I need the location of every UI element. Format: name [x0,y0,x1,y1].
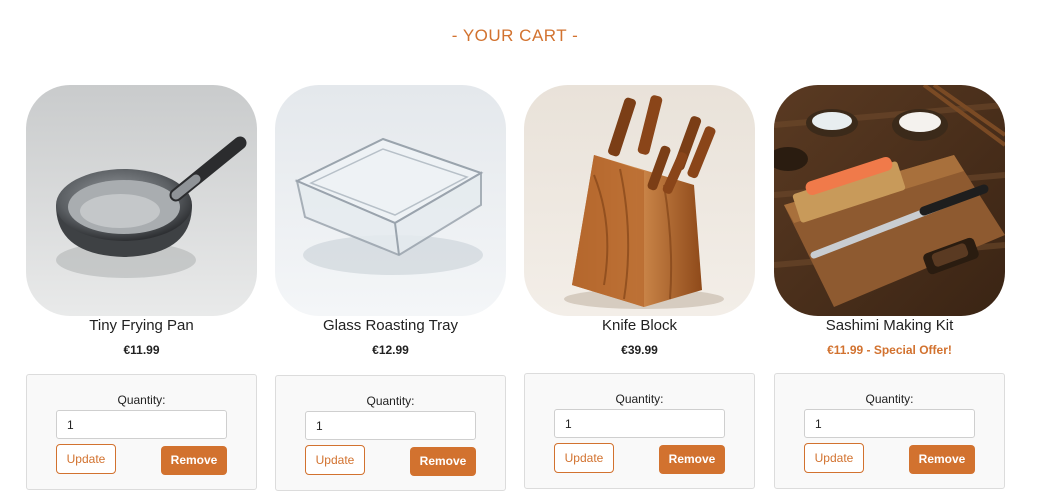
quantity-input[interactable] [804,409,975,438]
remove-button[interactable]: Remove [659,445,725,474]
cart-item: Glass Roasting Tray €12.99 Quantity: Upd… [275,85,507,497]
remove-button[interactable]: Remove [161,446,227,475]
quantity-label: Quantity: [865,392,914,406]
product-name: Tiny Frying Pan [89,317,194,334]
update-button[interactable]: Update [804,443,864,473]
update-button[interactable]: Update [56,444,116,474]
product-image-glass-roasting-tray [275,85,506,316]
product-price: €11.99 [123,343,160,357]
quantity-input[interactable] [56,410,227,439]
quantity-label: Quantity: [366,394,415,408]
quantity-panel: Quantity: Update Remove [524,373,755,489]
cart-item: Tiny Frying Pan €11.99 Quantity: Update … [26,85,258,497]
quantity-panel: Quantity: Update Remove [26,374,257,490]
cart-title: - YOUR CART - [451,26,579,45]
quantity-input[interactable] [305,411,476,440]
product-price: €39.99 [621,343,658,357]
product-price: €12.99 [372,343,409,357]
quantity-label: Quantity: [117,393,166,407]
quantity-panel: Quantity: Update Remove [275,375,506,491]
product-image-sashimi-kit [774,85,1005,316]
product-image-knife-block [524,85,755,316]
product-name: Knife Block [601,317,678,334]
product-name: Sashimi Making Kit [825,317,954,334]
update-button[interactable]: Update [554,443,614,473]
cart-item: Sashimi Making Kit €11.99 - Special Offe… [774,85,1006,497]
update-button[interactable]: Update [305,445,365,475]
quantity-panel: Quantity: Update Remove [774,373,1005,489]
quantity-label: Quantity: [615,392,664,406]
product-price: €11.99 - Special Offer! [827,343,952,357]
cart-page: - YOUR CART - Tiny Frying Pan €11.99 Qua… [0,0,1042,497]
product-image-frying-pan [26,85,257,316]
remove-button[interactable]: Remove [909,445,975,474]
product-name: Glass Roasting Tray [322,317,459,334]
cart-item: Knife Block €39.99 Quantity: Update Remo… [524,85,756,497]
remove-button[interactable]: Remove [410,447,476,476]
quantity-input[interactable] [554,409,725,438]
